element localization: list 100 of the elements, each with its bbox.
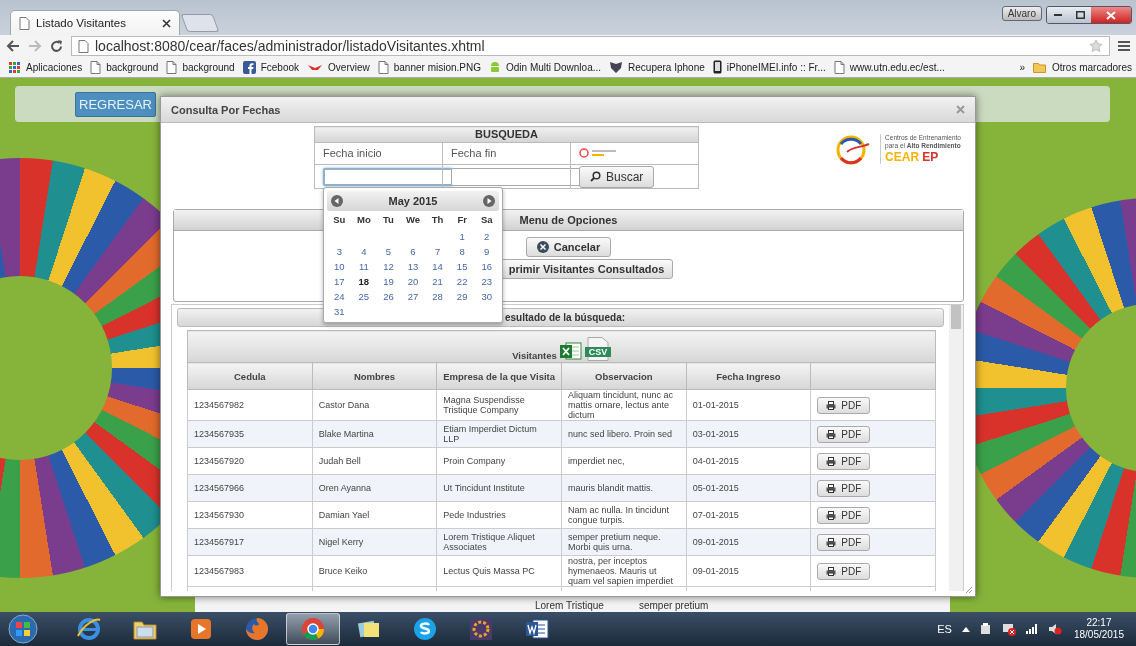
calendar-day[interactable]: 26: [376, 289, 401, 304]
calendar-day[interactable]: 4: [351, 244, 377, 259]
calendar-day[interactable]: 3: [327, 244, 352, 259]
table-cell: 04-01-2015: [686, 447, 811, 475]
resize-grip-icon: [965, 586, 973, 594]
calendar-day[interactable]: 27: [400, 289, 426, 304]
network-error-icon[interactable]: [1001, 622, 1016, 636]
signal-bars-icon[interactable]: [1025, 624, 1038, 634]
calendar-day[interactable]: 2: [474, 229, 499, 244]
calendar-day[interactable]: 9: [474, 244, 499, 259]
calendar-day[interactable]: 16: [474, 259, 499, 274]
bookmark-link[interactable]: iPhoneIMEI.info :: Fr...: [712, 60, 826, 74]
bookmark-link[interactable]: background: [166, 60, 235, 74]
close-icon[interactable]: [162, 18, 171, 28]
table-cell: 1234567917: [187, 528, 313, 556]
clock[interactable]: 22:17 18/05/2015: [1073, 617, 1124, 641]
close-button[interactable]: [1091, 7, 1131, 23]
table-cell: 1234567982: [187, 389, 313, 421]
pdf-button[interactable]: PDF: [817, 533, 871, 551]
table-cell: semper pretium: [638, 600, 709, 611]
facebook-icon: [242, 60, 256, 74]
calendar-day[interactable]: 13: [400, 259, 426, 274]
bookmark-link[interactable]: background: [90, 60, 159, 74]
field-label: Fecha fin: [451, 147, 497, 160]
logo-text: EP: [922, 150, 939, 164]
reload-icon[interactable]: [50, 39, 63, 53]
table-cell: 07-01-2015: [686, 501, 811, 529]
volume-muted-icon[interactable]: [1047, 623, 1062, 635]
date-input-field[interactable]: [323, 167, 453, 186]
device-icon[interactable]: [979, 623, 992, 635]
calendar-day[interactable]: 25: [351, 289, 377, 304]
pdf-button[interactable]: PDF: [817, 479, 871, 497]
column-header: Observacion: [561, 362, 687, 390]
calendar-day[interactable]: 5: [376, 244, 401, 259]
table-cell: Judah Bell: [312, 447, 437, 475]
user-badge[interactable]: Alvaro: [1001, 6, 1042, 21]
table-cell: 1234567930: [187, 501, 313, 529]
previous-month-icon[interactable]: [331, 195, 343, 207]
calendar-day[interactable]: 18: [351, 274, 377, 289]
menu-icon[interactable]: [1118, 40, 1130, 52]
date-input-field[interactable]: [451, 167, 581, 186]
bookmark-link[interactable]: Fcebook: [242, 60, 300, 74]
bookmark-link[interactable]: Recupera Iphone: [609, 60, 705, 74]
printer-icon: [826, 456, 837, 466]
cancel-button[interactable]: Cancelar: [525, 237, 612, 257]
table-cell: Bruce Keiko: [312, 555, 437, 587]
calendar-day[interactable]: 28: [425, 289, 450, 304]
weekday-label: We: [404, 213, 422, 227]
star-icon[interactable]: [1089, 39, 1103, 53]
back-arrow-icon[interactable]: [6, 40, 20, 52]
cancel-icon: [536, 241, 549, 253]
show-hidden-icons-icon[interactable]: [961, 626, 970, 632]
bookmark-link[interactable]: www.utn.edu.ec/est...: [833, 60, 945, 74]
more-bookmarks-button[interactable]: »: [1019, 61, 1025, 73]
pdf-button[interactable]: PDF: [817, 562, 871, 580]
table-cell: Aliquam tincidunt, nunc ac mattis ornare, lectus ante dictum: [561, 389, 687, 421]
pdf-button[interactable]: PDF: [817, 396, 871, 414]
calendar-day[interactable]: 1: [449, 229, 475, 244]
table-cell: 1234567935: [187, 420, 313, 448]
table-cell: Lectus Quis Massa PC: [436, 555, 562, 587]
minimize-button[interactable]: [1047, 7, 1069, 23]
table-cell: 09-01-2015: [686, 555, 811, 587]
calendar-day[interactable]: 12: [376, 259, 401, 274]
table-cell: 05-01-2015: [686, 474, 811, 502]
bookmark-link[interactable]: banner mision.PNG: [377, 60, 481, 74]
calendar-day[interactable]: 20: [400, 274, 426, 289]
calendar-day[interactable]: 21: [425, 274, 450, 289]
calendar-day[interactable]: 24: [327, 289, 352, 304]
language-indicator[interactable]: ES: [937, 623, 952, 635]
bookmark-link[interactable]: Aplicaciones: [8, 60, 83, 74]
search-button[interactable]: Buscar: [579, 165, 655, 188]
table-cell: 03-01-2015: [686, 420, 811, 448]
taskbar-app-button[interactable]: [286, 613, 340, 645]
table-cell: 01-01-2015: [686, 389, 811, 421]
calendar-day[interactable]: 11: [351, 259, 377, 274]
bookmark-link[interactable]: Overview: [307, 61, 370, 73]
pdf-button[interactable]: PDF: [817, 452, 871, 470]
calendar-day[interactable]: 14: [425, 259, 450, 274]
csv-file-icon[interactable]: CSV: [584, 337, 611, 361]
address-bar[interactable]: localhost:8080/cear/faces/administrador/listadoVisitantes.xhtml: [71, 36, 1110, 56]
calendar-day[interactable]: 29: [449, 289, 475, 304]
calendar-day[interactable]: 8: [449, 244, 475, 259]
pdf-button[interactable]: PDF: [817, 506, 871, 524]
calendar-day[interactable]: 7: [425, 244, 450, 259]
calendar-day[interactable]: 30: [474, 289, 499, 304]
calendar-day[interactable]: 17: [327, 274, 352, 289]
shield-icon: [609, 60, 624, 74]
calendar-day[interactable]: 19: [376, 274, 401, 289]
next-month-icon[interactable]: [483, 195, 495, 207]
bookmark-link[interactable]: Odin Multi Downloa...: [489, 60, 602, 74]
document-icon: [833, 60, 845, 74]
maximize-button[interactable]: [1069, 7, 1091, 23]
calendar-day[interactable]: 10: [327, 259, 352, 274]
bookmark-link[interactable]: Otros marcadores: [1032, 61, 1132, 73]
maximize-icon: [1075, 11, 1085, 19]
excel-icon[interactable]: [559, 341, 582, 361]
pdf-button[interactable]: PDF: [817, 425, 871, 443]
scrollbar[interactable]: [949, 305, 963, 591]
browser-tab[interactable]: Listado Visitantes: [10, 10, 180, 35]
calendar-day[interactable]: 6: [400, 244, 426, 259]
